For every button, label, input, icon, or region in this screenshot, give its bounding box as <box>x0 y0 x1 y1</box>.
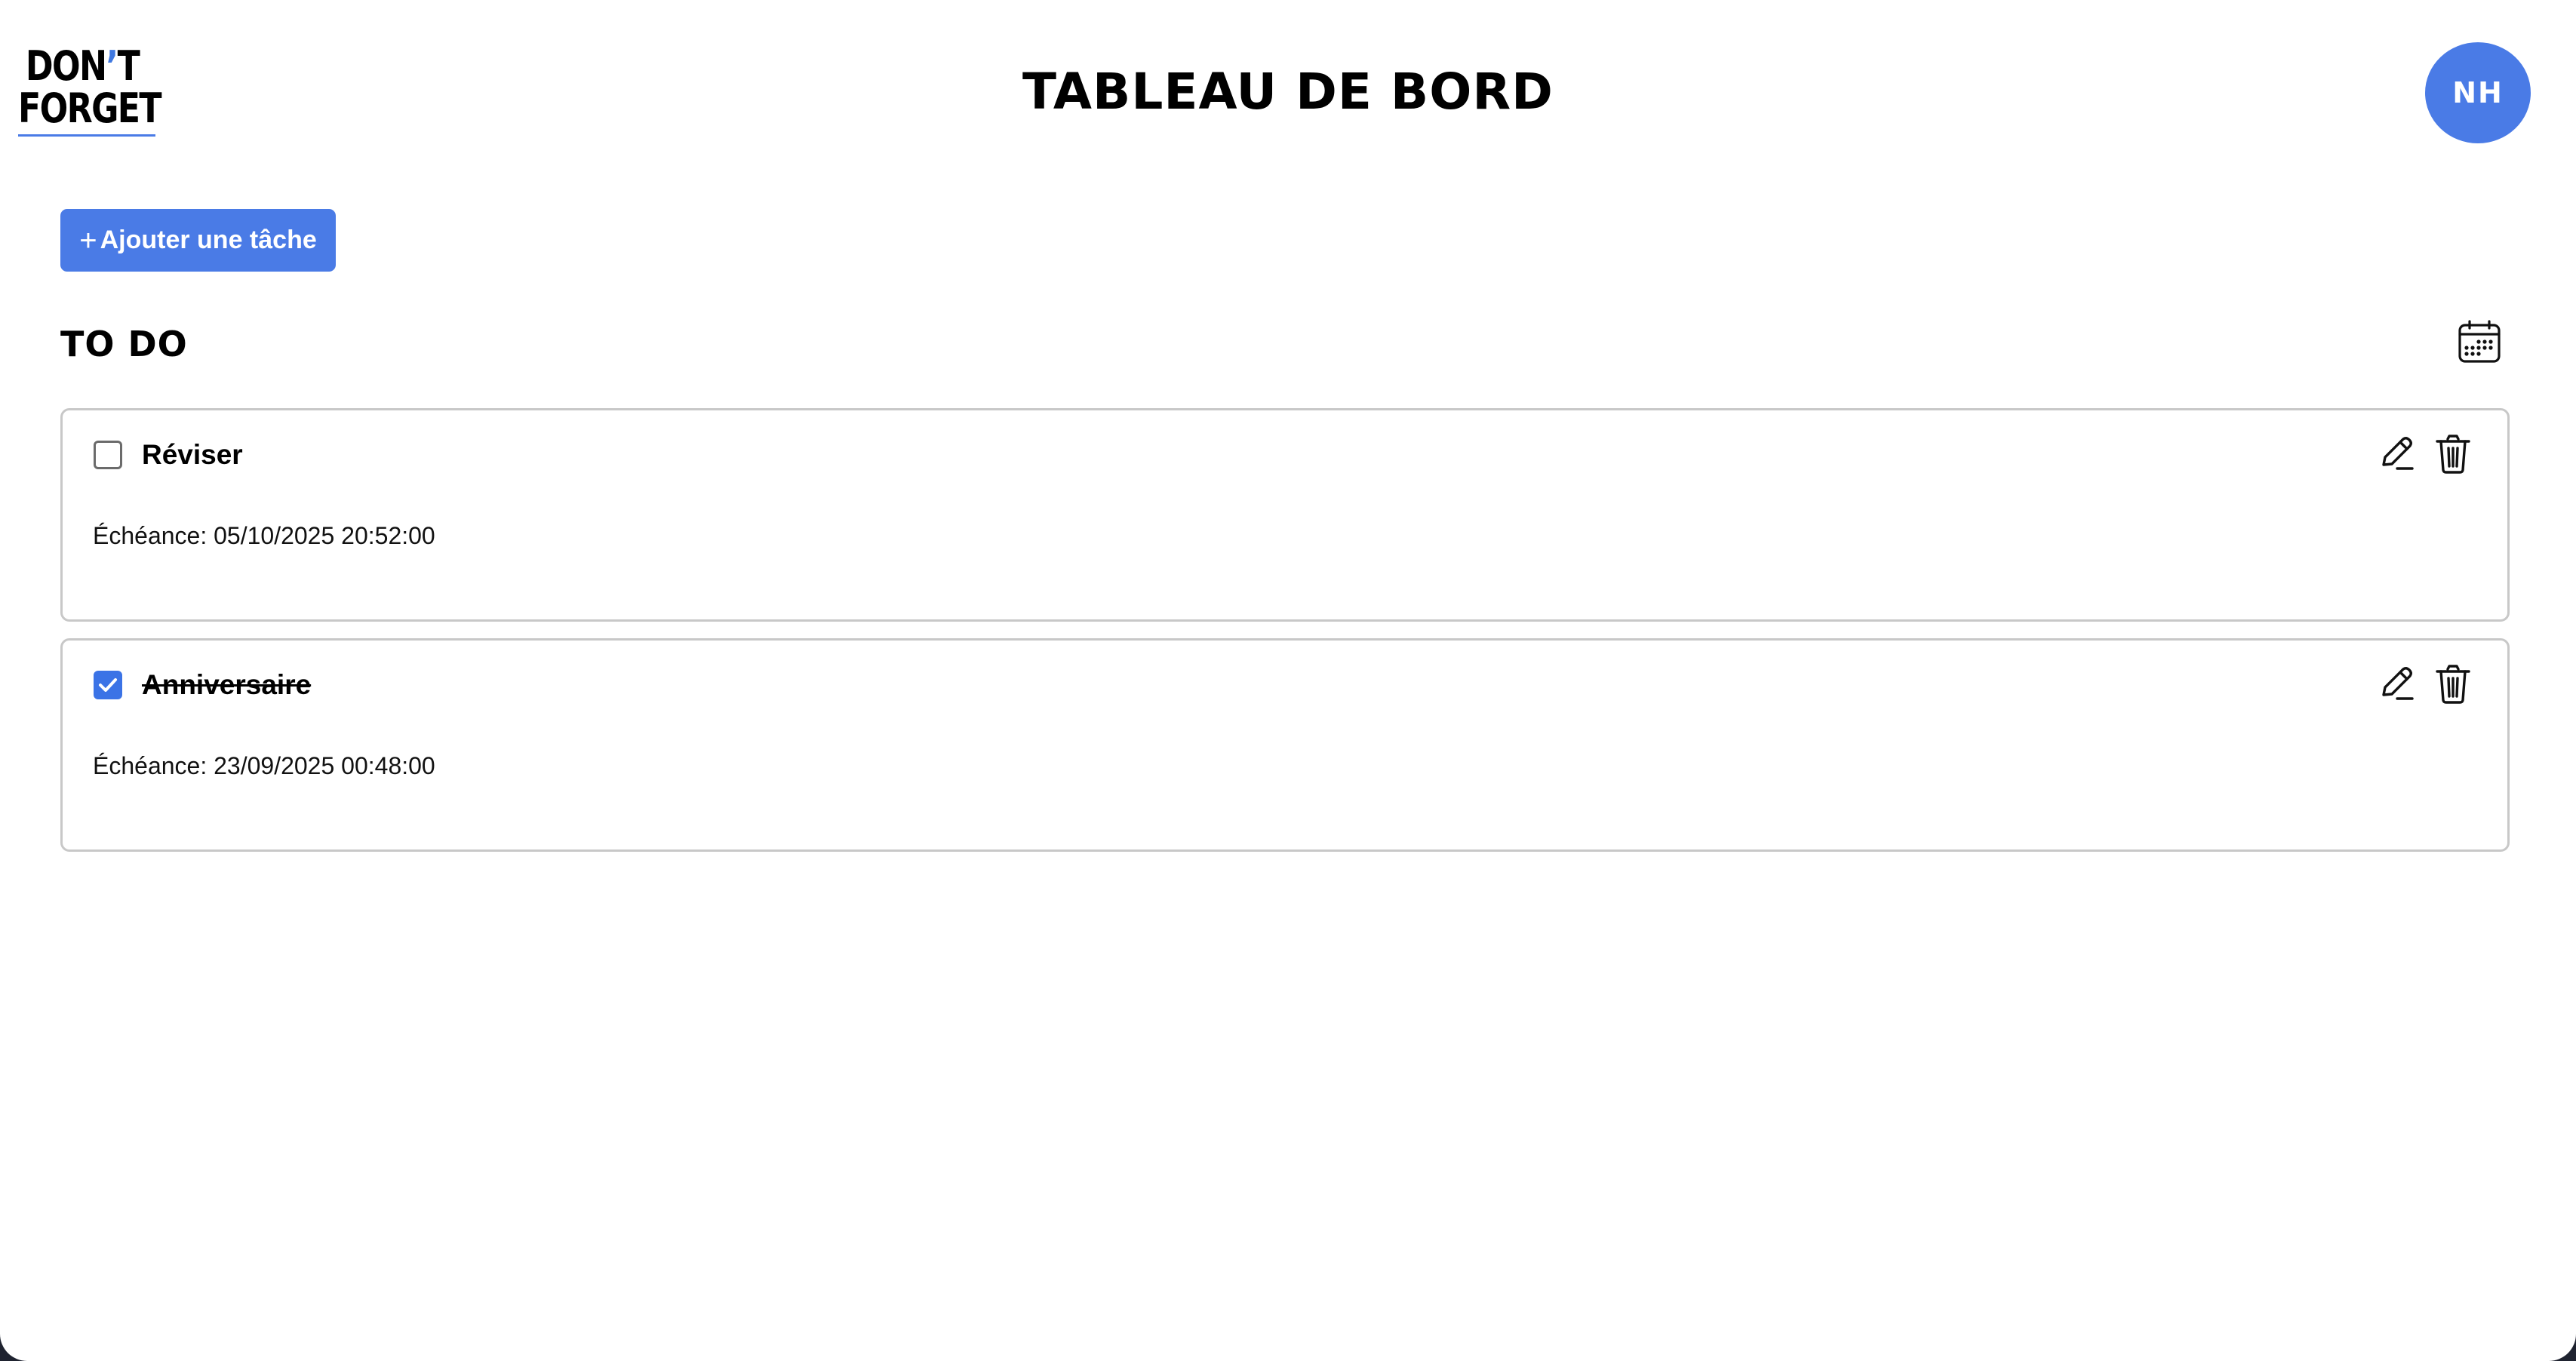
section-title: TO DO <box>60 324 188 364</box>
add-task-button[interactable]: + Ajouter une tâche <box>60 209 336 272</box>
task-title: Réviser <box>142 439 243 470</box>
task-card: Réviser Échéance: 05/10/2025 20:52:00 <box>60 408 2510 622</box>
user-avatar[interactable]: NH <box>2425 42 2531 143</box>
task-title: Anniversaire <box>142 669 312 700</box>
trash-icon[interactable] <box>2433 663 2473 705</box>
task-card: Anniversaire Échéance: 23/09/2025 00:48:… <box>60 638 2510 852</box>
plus-icon: + <box>79 223 97 257</box>
task-checkbox[interactable] <box>94 671 122 699</box>
calendar-icon[interactable] <box>2457 319 2502 364</box>
trash-icon[interactable] <box>2433 433 2473 475</box>
edit-icon[interactable] <box>2378 433 2417 475</box>
task-checkbox[interactable] <box>94 441 122 469</box>
task-due-date: Échéance: 23/09/2025 00:48:00 <box>93 752 435 779</box>
checkmark-icon <box>99 678 117 692</box>
add-task-label: Ajouter une tâche <box>100 226 317 254</box>
edit-icon[interactable] <box>2378 663 2417 705</box>
page-title: TABLEAU DE BORD <box>1022 63 1554 121</box>
task-due-date: Échéance: 05/10/2025 20:52:00 <box>93 522 435 549</box>
page: DON’T FORGET TABLEAU DE BORD NH + Ajoute… <box>0 0 2576 1361</box>
